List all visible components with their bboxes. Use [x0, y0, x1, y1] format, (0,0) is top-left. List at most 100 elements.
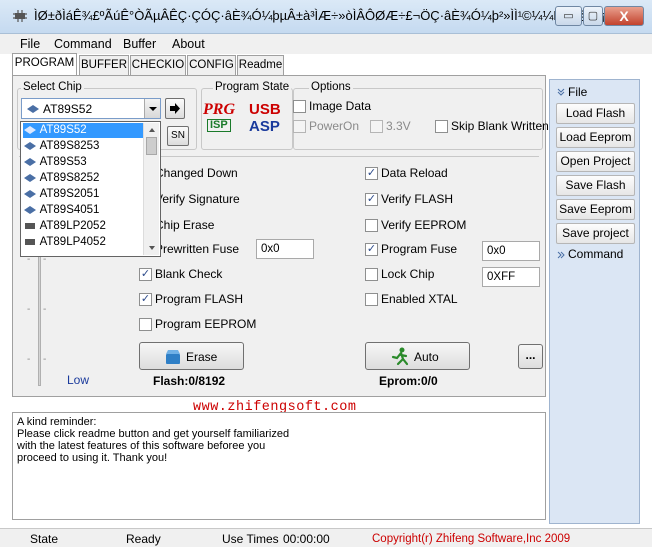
options-label: Options: [309, 81, 353, 93]
dropdown-item[interactable]: AT89S2051: [23, 187, 144, 202]
menu-command[interactable]: Command: [54, 37, 112, 51]
chevron-down-icon: [149, 246, 155, 250]
chevron-down-icon: [149, 107, 157, 111]
enabled-xtal-checkbox[interactable]: [365, 293, 378, 306]
skip-blank-label: Skip Blank Written: [451, 119, 549, 133]
next-chip-button[interactable]: [165, 98, 185, 119]
v33-label: 3.3V: [386, 119, 411, 133]
speed-label: Low: [67, 373, 90, 387]
chip-dropdown-list: AT89S52 AT89S8253 AT89S53 AT89S8252 AT89…: [20, 121, 161, 257]
save-eeprom-button[interactable]: Save Eeprom: [556, 199, 635, 220]
reminder-text: A kind reminder: Please click readme but…: [17, 416, 290, 464]
blank-check-label: Blank Check: [155, 267, 223, 281]
title-bar: ÌØ±ðÌáÊ¾£ºÃúÊ°ÒÃµÂÊÇ·ÇÓÇ·âÈ¾Ó¼þµÂ±à³ÌÆ÷»…: [0, 0, 652, 34]
double-chevron-down-icon: [557, 88, 565, 96]
prewritten-fuse-field[interactable]: 0x0: [256, 239, 314, 259]
tab-config[interactable]: CONFIG: [187, 55, 236, 75]
tab-program[interactable]: PROGRAM: [12, 53, 77, 75]
file-section-header[interactable]: File: [568, 85, 587, 99]
ic-chip-icon: [25, 238, 35, 245]
flash-counter: Flash:0/8192: [153, 374, 226, 388]
chip-select[interactable]: AT89S52: [21, 98, 161, 119]
select-chip-label: Select Chip: [21, 81, 84, 93]
dropdown-item[interactable]: AT89S8252: [23, 171, 144, 186]
chip-icon: [24, 157, 36, 166]
chip-icon: [24, 189, 36, 198]
verify-eeprom-label: Verify EEPROM: [381, 218, 467, 232]
program-flash-label: Program FLASH: [155, 292, 244, 306]
eprom-counter: Eprom:0/0: [379, 374, 438, 388]
verify-flash-label: Verify FLASH: [381, 192, 454, 206]
tab-readme[interactable]: Readme: [237, 55, 284, 75]
verify-signature-label: Verify Signature: [155, 192, 240, 206]
double-chevron-right-icon: [557, 251, 565, 259]
side-panel: File Load Flash Load Eeprom Open Project…: [549, 79, 640, 524]
v33-checkbox[interactable]: [370, 120, 383, 133]
program-flash-checkbox[interactable]: ✓: [139, 293, 152, 306]
close-button[interactable]: X: [604, 6, 644, 26]
dropdown-item[interactable]: AT89S4051: [23, 203, 144, 218]
menu-buffer[interactable]: Buffer: [123, 37, 156, 51]
ic-chip-icon: [25, 222, 35, 229]
maximize-button[interactable]: ▢: [583, 6, 603, 26]
command-section-header[interactable]: Command: [568, 247, 623, 261]
save-flash-button[interactable]: Save Flash: [556, 175, 635, 196]
chip-select-dropdown-button[interactable]: [144, 99, 160, 118]
arrow-right-icon: [170, 103, 180, 114]
power-on-checkbox[interactable]: [293, 120, 306, 133]
dropdown-item[interactable]: AT89S52: [23, 123, 144, 138]
dropdown-item[interactable]: AT89S8253: [23, 139, 144, 154]
minimize-button[interactable]: ▭: [555, 6, 582, 26]
use-times-label: Use Times: [222, 532, 279, 546]
tab-buffer[interactable]: BUFFER: [79, 55, 129, 75]
chip-icon: [24, 205, 36, 214]
eraser-icon: [166, 350, 180, 364]
dropdown-item[interactable]: AT89LP2052: [23, 219, 144, 234]
menu-about[interactable]: About: [172, 37, 205, 51]
lock-chip-checkbox[interactable]: [365, 268, 378, 281]
tab-checkio[interactable]: CHECKIO: [130, 55, 186, 75]
program-state-label: Program State: [213, 81, 292, 93]
use-times-value: 00:00:00: [283, 532, 330, 546]
program-eeprom-checkbox[interactable]: [139, 318, 152, 331]
menu-file[interactable]: File: [20, 37, 40, 51]
prg-isp-icon: PRG ISP: [203, 101, 235, 132]
verify-flash-checkbox[interactable]: ✓: [365, 193, 378, 206]
auto-button[interactable]: Auto: [365, 342, 470, 370]
chip-icon: [27, 105, 39, 113]
program-eeprom-label: Program EEPROM: [155, 317, 257, 331]
changed-down-label: Changed Down: [155, 166, 238, 180]
program-fuse-field[interactable]: 0x0: [482, 241, 540, 261]
scroll-thumb[interactable]: [146, 137, 157, 155]
open-project-button[interactable]: Open Project: [556, 151, 635, 172]
verify-eeprom-checkbox[interactable]: [365, 219, 378, 232]
data-reload-label: Data Reload: [381, 166, 448, 180]
more-button[interactable]: ...: [518, 344, 543, 369]
state-value: Ready: [126, 532, 161, 546]
load-flash-button[interactable]: Load Flash: [556, 103, 635, 124]
lock-chip-field[interactable]: 0XFF: [482, 267, 540, 287]
dropdown-scrollbar[interactable]: [143, 123, 159, 255]
program-fuse-label: Program Fuse: [381, 242, 458, 256]
chip-select-value: AT89S52: [43, 102, 93, 116]
enabled-xtal-label: Enabled XTAL: [381, 292, 458, 306]
reminder-box: A kind reminder: Please click readme but…: [12, 412, 546, 520]
image-data-checkbox[interactable]: [293, 100, 306, 113]
data-reload-checkbox[interactable]: ✓: [365, 167, 378, 180]
program-fuse-checkbox[interactable]: ✓: [365, 243, 378, 256]
usb-asp-icon: USB ASP: [249, 101, 281, 135]
dropdown-item[interactable]: AT89S53: [23, 155, 144, 170]
save-project-button[interactable]: Save project: [556, 223, 635, 244]
running-man-icon: [391, 347, 409, 366]
sn-button[interactable]: SN: [167, 126, 189, 146]
chip-icon: [24, 125, 36, 134]
image-data-label: Image Data: [309, 99, 372, 113]
blank-check-checkbox[interactable]: ✓: [139, 268, 152, 281]
chip-icon: [24, 173, 36, 182]
load-eeprom-button[interactable]: Load Eeprom: [556, 127, 635, 148]
lock-chip-label: Lock Chip: [381, 267, 435, 281]
dropdown-item[interactable]: AT89LP4052: [23, 235, 144, 250]
status-bar: State Ready Use Times 00:00:00 Copyright…: [0, 528, 652, 547]
erase-button[interactable]: Erase: [139, 342, 244, 370]
skip-blank-checkbox[interactable]: [435, 120, 448, 133]
